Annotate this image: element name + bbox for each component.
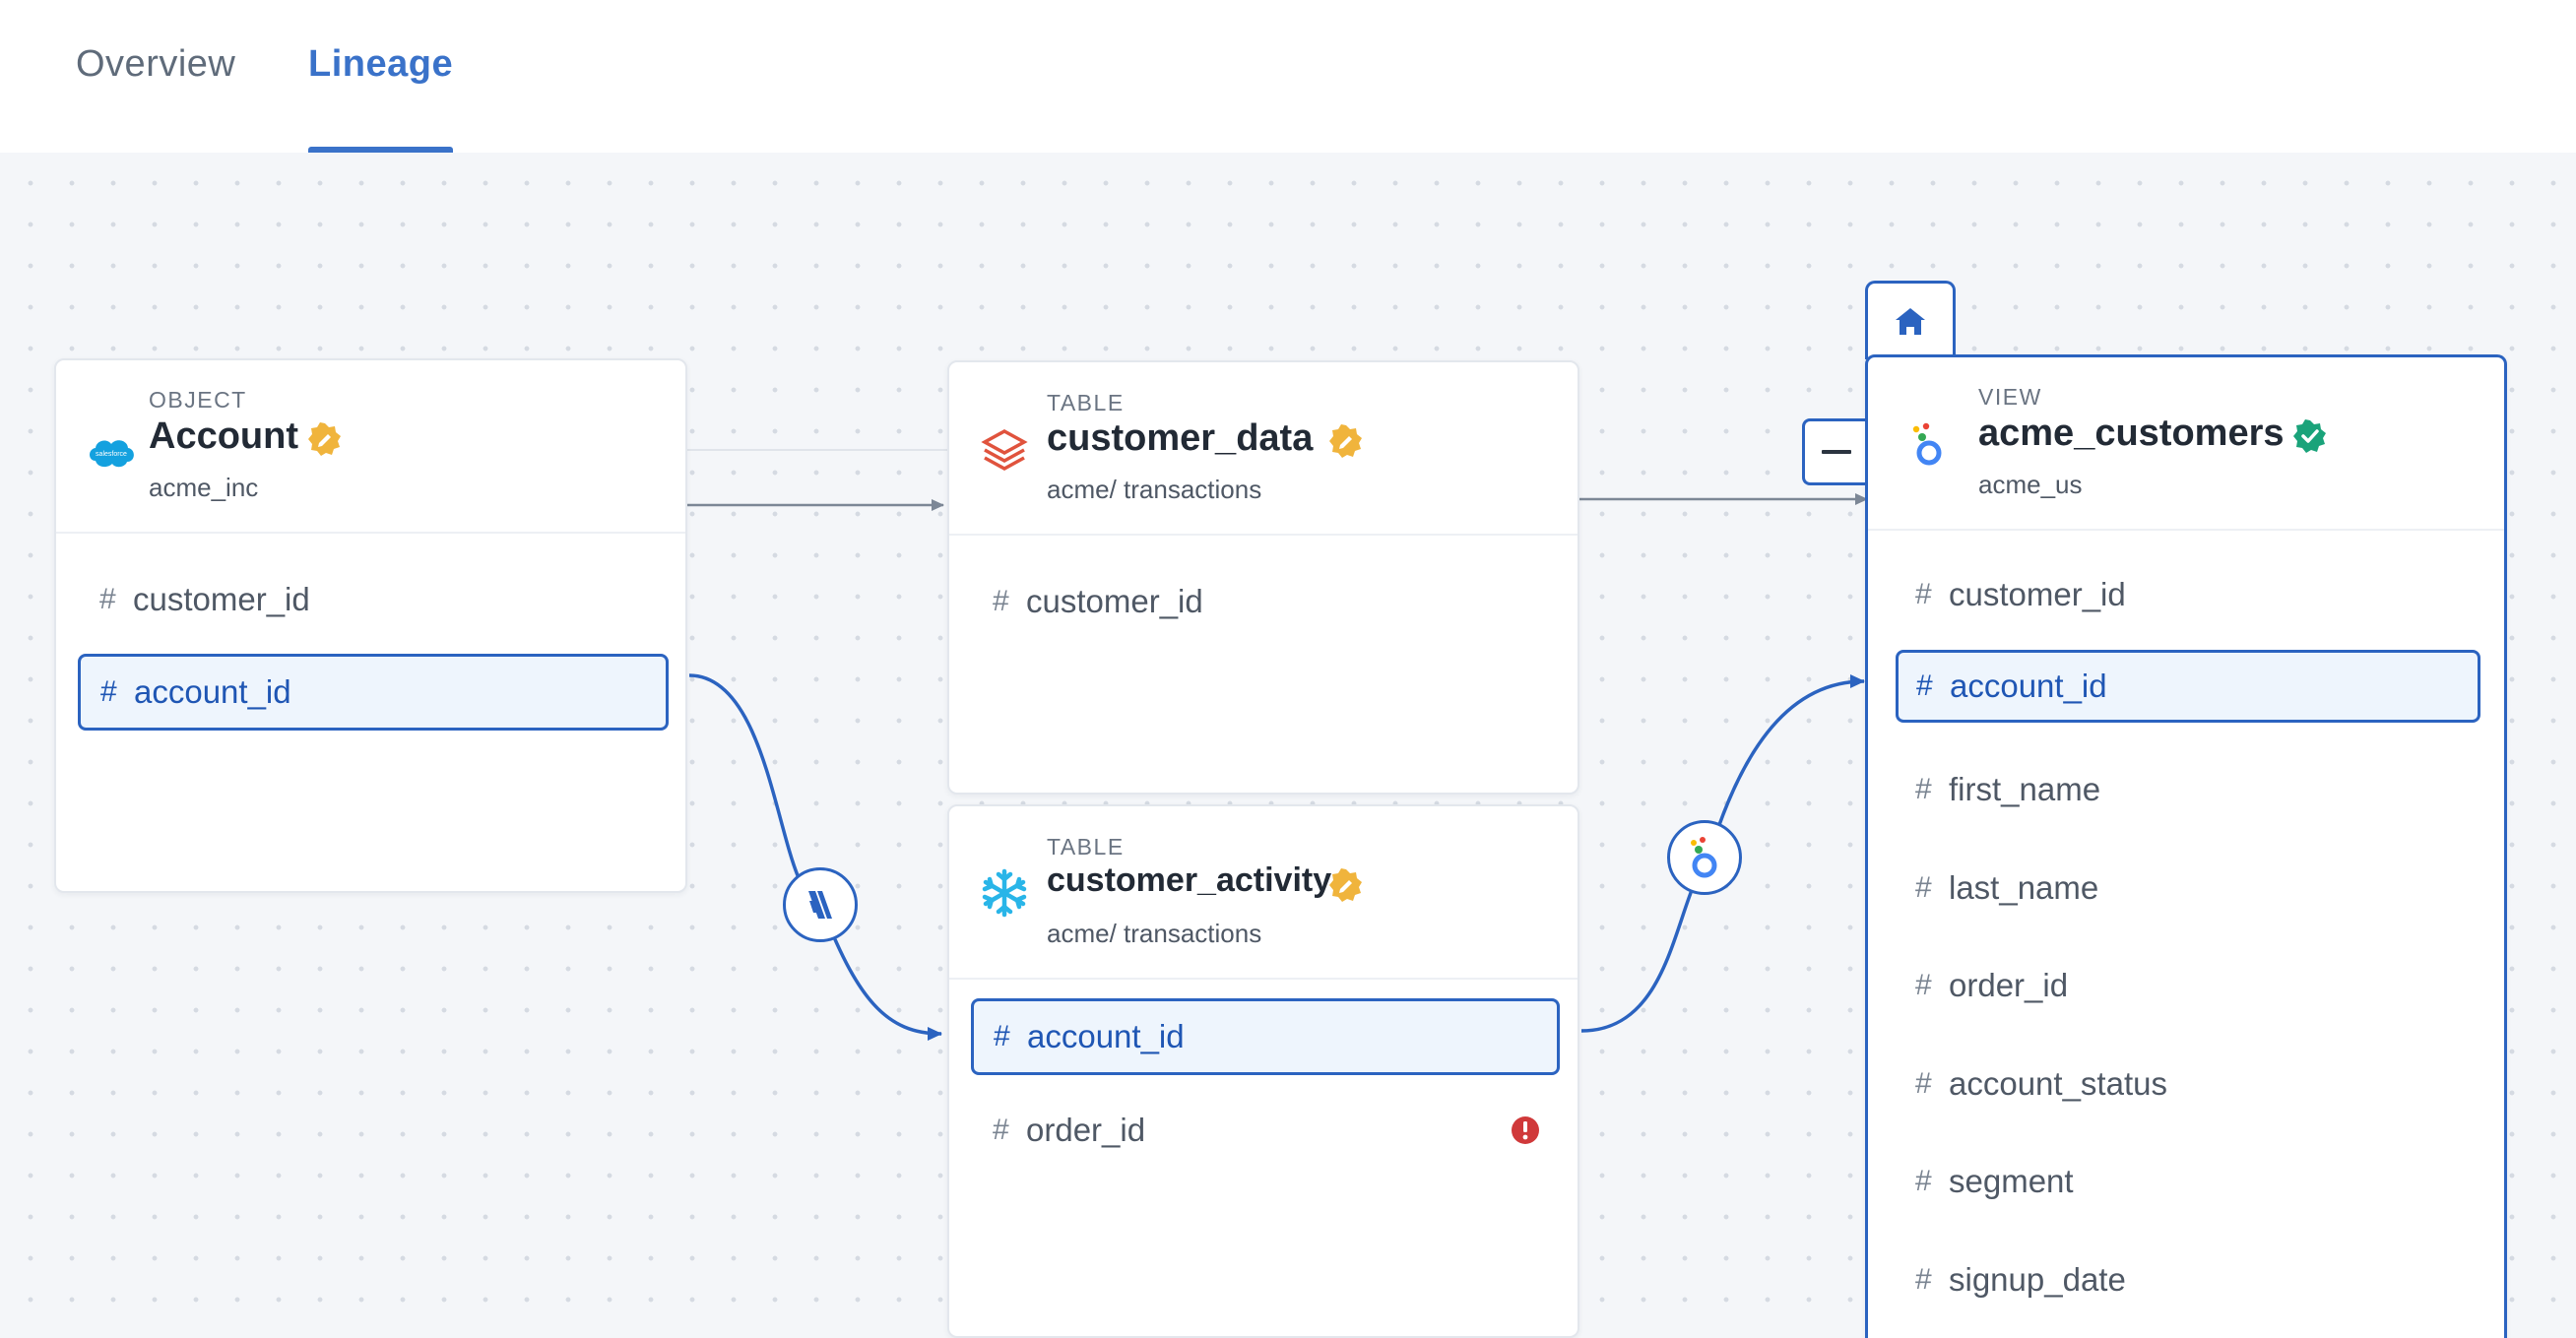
field-name: account_id bbox=[1027, 1018, 1185, 1054]
field-name: account_id bbox=[1950, 668, 2107, 704]
error-icon[interactable] bbox=[1511, 1115, 1540, 1145]
verified-orange-icon bbox=[308, 422, 341, 456]
field-row-selected[interactable]: # account_id bbox=[1896, 650, 2480, 723]
card-header: salesforce OBJECT Account acme_inc bbox=[56, 360, 685, 534]
hash-icon: # bbox=[1916, 669, 1933, 702]
node-type: VIEW bbox=[1978, 384, 2042, 410]
hash-icon: # bbox=[993, 1114, 1009, 1146]
node-type: TABLE bbox=[1047, 834, 1125, 860]
node-subtitle: acme/ transactions bbox=[1047, 919, 1262, 948]
node-customer-data[interactable]: TABLE customer_data acme/ transactions #… bbox=[947, 360, 1579, 795]
node-type: TABLE bbox=[1047, 390, 1125, 415]
field-row[interactable]: # signup_date bbox=[1896, 1242, 2480, 1318]
node-subtitle: acme_us bbox=[1978, 470, 2083, 499]
svg-text:salesforce: salesforce bbox=[96, 451, 127, 458]
tab-bar: Overview Lineage bbox=[0, 0, 2576, 153]
verified-orange-icon bbox=[1329, 424, 1362, 458]
looker-icon bbox=[1912, 422, 1942, 466]
field-name: last_name bbox=[1949, 869, 2099, 906]
field-row[interactable]: # order_id bbox=[971, 1092, 1560, 1169]
field-row[interactable]: # last_name bbox=[1896, 850, 2480, 926]
hash-icon: # bbox=[1915, 1263, 1932, 1296]
lineage-canvas[interactable]: salesforce OBJECT Account acme_inc # cust… bbox=[0, 153, 2576, 1338]
field-name: account_id bbox=[134, 673, 291, 710]
field-row[interactable]: # customer_id bbox=[78, 561, 669, 638]
card-header: TABLE customer_data acme/ transactions bbox=[949, 362, 1578, 536]
field-name: account_status bbox=[1949, 1065, 2167, 1102]
node-acme-customers[interactable]: VIEW acme_customers acme_us # customer_id… bbox=[1865, 354, 2507, 1338]
field-name: first_name bbox=[1949, 771, 2101, 807]
tab-lineage[interactable]: Lineage bbox=[308, 43, 453, 86]
looker-icon[interactable] bbox=[1667, 820, 1742, 895]
home-icon bbox=[1896, 307, 1925, 335]
card-header: VIEW acme_customers acme_us bbox=[1868, 357, 2504, 531]
field-row[interactable]: # segment bbox=[1896, 1143, 2480, 1220]
hash-icon: # bbox=[1915, 1067, 1932, 1100]
home-button[interactable] bbox=[1865, 281, 1956, 359]
field-name: customer_id bbox=[133, 581, 310, 617]
hash-icon: # bbox=[1915, 969, 1932, 1001]
hash-icon: # bbox=[100, 675, 117, 708]
node-title[interactable]: customer_activity bbox=[1047, 861, 1331, 900]
verified-green-icon bbox=[2293, 419, 2326, 453]
fivetran-icon[interactable] bbox=[783, 867, 858, 942]
hash-icon: # bbox=[1915, 773, 1932, 805]
field-row-selected[interactable]: # account_id bbox=[971, 998, 1560, 1075]
snowflake-icon bbox=[982, 868, 1027, 918]
tab-overview[interactable]: Overview bbox=[76, 43, 235, 86]
node-subtitle: acme_inc bbox=[149, 473, 259, 502]
hash-icon: # bbox=[1915, 871, 1932, 904]
hash-icon: # bbox=[1915, 578, 1932, 610]
field-name: order_id bbox=[1026, 1112, 1146, 1148]
node-account[interactable]: salesforce OBJECT Account acme_inc # cust… bbox=[54, 358, 687, 893]
field-name: segment bbox=[1949, 1163, 2074, 1199]
hash-icon: # bbox=[993, 585, 1009, 617]
edge-account-id-to-activity-account-id bbox=[688, 673, 942, 1041]
card-header: TABLE customer_activity acme/ transactio… bbox=[949, 806, 1578, 980]
field-row[interactable]: # account_status bbox=[1896, 1046, 2480, 1122]
field-name: signup_date bbox=[1949, 1261, 2126, 1298]
hash-icon: # bbox=[99, 583, 116, 615]
field-row[interactable]: # first_name bbox=[1896, 751, 2480, 828]
hash-icon: # bbox=[1915, 1165, 1932, 1197]
field-name: order_id bbox=[1949, 967, 2069, 1003]
minus-icon bbox=[1821, 450, 1851, 454]
databricks-icon bbox=[981, 429, 1028, 471]
node-title[interactable]: Account bbox=[149, 415, 298, 458]
verified-orange-icon bbox=[1329, 868, 1362, 902]
hash-icon: # bbox=[994, 1020, 1010, 1052]
node-subtitle: acme/ transactions bbox=[1047, 475, 1262, 504]
field-row[interactable]: # customer_id bbox=[1896, 556, 2480, 633]
node-title[interactable]: acme_customers bbox=[1978, 413, 2285, 455]
node-title[interactable]: customer_data bbox=[1047, 417, 1313, 460]
field-name: customer_id bbox=[1949, 576, 2126, 612]
field-row[interactable]: # order_id bbox=[1896, 947, 2480, 1024]
salesforce-icon: salesforce bbox=[90, 440, 134, 468]
field-row[interactable]: # customer_id bbox=[971, 563, 1560, 640]
field-row-selected[interactable]: # account_id bbox=[78, 654, 669, 731]
node-customer-activity[interactable]: TABLE customer_activity acme/ transactio… bbox=[947, 804, 1579, 1338]
collapse-button[interactable] bbox=[1802, 418, 1867, 485]
field-name: customer_id bbox=[1026, 583, 1203, 619]
node-type: OBJECT bbox=[149, 387, 247, 413]
